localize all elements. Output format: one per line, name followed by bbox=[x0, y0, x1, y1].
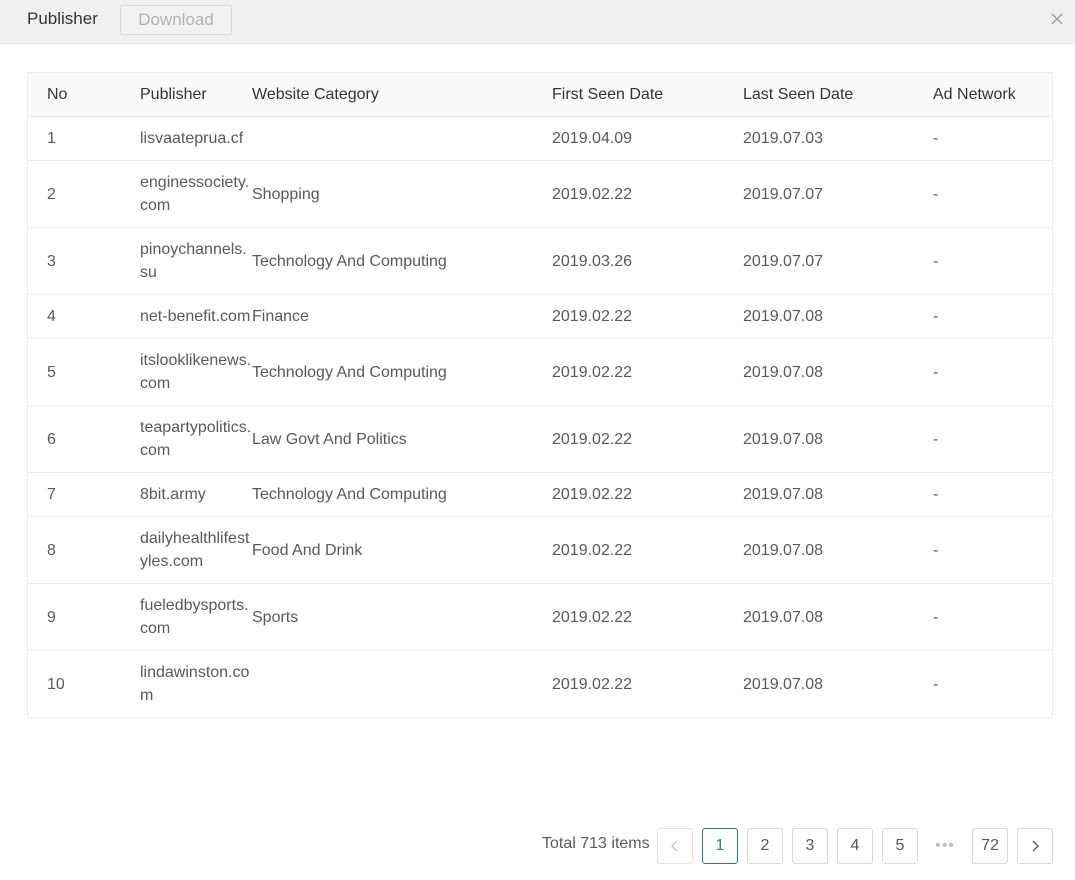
modal-title: Publisher bbox=[27, 9, 98, 28]
row-first-seen-date: 2019.02.22 bbox=[552, 675, 633, 693]
row-no: 5 bbox=[28, 338, 140, 406]
row-publisher: fueledbys​ports.com bbox=[140, 583, 252, 651]
page-button-3[interactable]: 3 bbox=[792, 828, 828, 864]
row-publisher: dailyhealth​lifestyles.c​om bbox=[140, 516, 252, 584]
row-publisher: 8bit.army bbox=[140, 472, 252, 517]
row-last-seen-date: 2019.07.07 bbox=[743, 227, 933, 295]
row-first-seen-date: 2019.02.22 bbox=[552, 516, 743, 584]
table-row: 8 dailyhealth​lifestyles.c​om Food And Dri… bbox=[28, 516, 1052, 584]
row-website-category: Food And Drink bbox=[252, 516, 552, 584]
table-row: 5 itslooklike​news.com Technology And Comp… bbox=[28, 338, 1052, 406]
row-last-seen-date: 2019.07.08 bbox=[743, 516, 933, 584]
row-no: 3 bbox=[28, 227, 140, 295]
row-ad-network: - bbox=[933, 338, 1052, 406]
row-publisher: itslooklike​news.com bbox=[140, 338, 252, 406]
prev-page-button[interactable] bbox=[657, 828, 693, 864]
row-first-seen-date: 2019.02.22 bbox=[552, 294, 743, 339]
row-no: 7 bbox=[28, 472, 140, 517]
chevron-left-icon bbox=[671, 840, 678, 852]
row-publisher: net-​benefit.co​m bbox=[140, 294, 252, 339]
row-first-seen-date: 2019.02.22 bbox=[552, 160, 743, 228]
row-website-category: Sports bbox=[252, 583, 552, 651]
row-no: 2 bbox=[28, 160, 140, 228]
row-ad-network: - bbox=[933, 583, 1052, 651]
row-website-category: Technology And Computing bbox=[252, 227, 552, 295]
row-ad-network: - bbox=[933, 294, 1052, 339]
table-row: 3 pinoychan​nels.su Technology And Computi… bbox=[28, 227, 1052, 295]
table-row: 2 enginesso​ciety.com Shopping 2019.02.22 20… bbox=[28, 160, 1052, 228]
row-no: 6 bbox=[28, 405, 140, 473]
row-no: 1 bbox=[28, 116, 140, 161]
modal-header: Publisher Download bbox=[0, 0, 1075, 44]
table-row: 6 teapartypo​litics.com Law Govt And Polit… bbox=[28, 405, 1052, 473]
column-header-ad-network: Ad Network bbox=[933, 73, 1052, 117]
row-first-seen-date: 2019.02.22 bbox=[552, 405, 743, 473]
row-last-seen-date: 2019.07.08 bbox=[743, 583, 933, 651]
row-last-seen-date: 2019.07.08 bbox=[743, 294, 933, 339]
close-icon[interactable] bbox=[1049, 11, 1065, 27]
table-row: 1 lisvaatepr​ua.cf 2019.04.09 2019.07.03- bbox=[28, 116, 1052, 161]
row-website-category bbox=[252, 651, 552, 718]
page-button-5[interactable]: 5 bbox=[882, 828, 918, 864]
column-header-last-seen-date: Last Seen Date bbox=[743, 73, 933, 117]
row-ad-network: - bbox=[933, 472, 1052, 517]
row-last-seen-date: 2019.07.07 bbox=[743, 160, 933, 228]
chevron-right-icon bbox=[1032, 840, 1039, 852]
row-first-seen-date: 2019.02.22 bbox=[552, 583, 743, 651]
row-ad-network: - bbox=[933, 116, 1052, 161]
table-row: 7 8bit.army Technology And Computing 2019.0… bbox=[28, 472, 1052, 517]
page-button-last[interactable]: 72 bbox=[972, 828, 1008, 864]
row-ad-network: - bbox=[933, 516, 1052, 584]
row-publisher: enginesso​ciety.com bbox=[140, 160, 252, 228]
column-header-no: No bbox=[28, 73, 140, 117]
row-website-category: Shopping bbox=[252, 160, 552, 228]
row-publisher: teapartypo​litics.com bbox=[140, 405, 252, 473]
table-header-row: No Publisher Website Category First Seen… bbox=[28, 73, 1052, 117]
pagination-ellipsis[interactable]: ••• bbox=[927, 828, 963, 864]
pagination-total: Total 713 items bbox=[542, 835, 650, 852]
row-first-seen-date: 2019.04.09 bbox=[552, 116, 743, 161]
row-first-seen-date: 2019.02.22 bbox=[552, 472, 743, 517]
row-no: 10 bbox=[47, 675, 65, 693]
row-first-seen-date: 2019.02.22 bbox=[552, 338, 743, 406]
row-ad-network: - bbox=[933, 405, 1052, 473]
download-button[interactable]: Download bbox=[120, 5, 232, 35]
row-last-seen-date: 2019.07.08 bbox=[743, 338, 933, 406]
row-publisher: lindawinst​on.com bbox=[140, 664, 250, 704]
page-button-1[interactable]: 1 bbox=[702, 828, 738, 864]
column-header-website-category: Website Category bbox=[252, 73, 552, 117]
row-no: 9 bbox=[28, 583, 140, 651]
row-website-category bbox=[252, 116, 552, 161]
row-last-seen-date: 2019.07.08 bbox=[743, 675, 824, 693]
row-website-category: Law Govt And Politics bbox=[252, 405, 552, 473]
page-button-2[interactable]: 2 bbox=[747, 828, 783, 864]
column-header-first-seen-date: First Seen Date bbox=[552, 73, 743, 117]
row-ad-network: - bbox=[933, 227, 1052, 295]
next-page-button[interactable] bbox=[1017, 828, 1053, 864]
row-ad-network: - bbox=[933, 675, 939, 693]
column-header-publisher: Publisher bbox=[140, 73, 252, 117]
row-last-seen-date: 2019.07.03 bbox=[743, 116, 933, 161]
table-row: 4 net-​benefit.co​m Finance 2019.02.22 2019.… bbox=[28, 294, 1052, 339]
table-row: 10 lindawinst​on.com 2019.02.22 2019.07.08 - bbox=[28, 651, 1052, 718]
row-last-seen-date: 2019.07.08 bbox=[743, 405, 933, 473]
row-website-category: Finance bbox=[252, 294, 552, 339]
publisher-table: No Publisher Website Category First Seen… bbox=[27, 72, 1053, 718]
row-website-category: Technology And Computing bbox=[252, 338, 552, 406]
row-ad-network: - bbox=[933, 160, 1052, 228]
row-publisher: pinoychan​nels.su bbox=[140, 227, 252, 295]
row-publisher: lisvaatepr​ua.cf bbox=[140, 116, 252, 161]
page-button-4[interactable]: 4 bbox=[837, 828, 873, 864]
row-website-category: Technology And Computing bbox=[252, 472, 552, 517]
row-last-seen-date: 2019.07.08 bbox=[743, 472, 933, 517]
row-first-seen-date: 2019.03.26 bbox=[552, 227, 743, 295]
row-no: 8 bbox=[28, 516, 140, 584]
table-row: 9 fueledbys​ports.com Sports 2019.02.22 2019… bbox=[28, 583, 1052, 651]
row-no: 4 bbox=[28, 294, 140, 339]
